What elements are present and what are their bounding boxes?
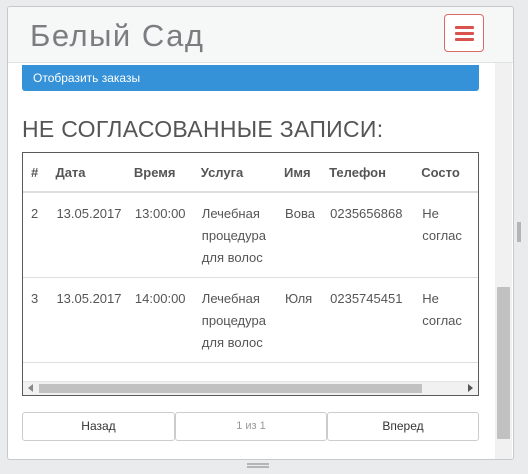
- header-date: Дата: [55, 153, 134, 193]
- side-resize-grip-icon[interactable]: [517, 222, 521, 242]
- cell-number: 2: [23, 192, 56, 278]
- cell-phone: 0235745451: [329, 277, 422, 363]
- header-status: Состо: [421, 153, 478, 193]
- header-phone: Телефон: [329, 153, 422, 193]
- prev-page-button[interactable]: Назад: [22, 412, 175, 441]
- header-name: Имя: [284, 153, 330, 193]
- cell-time: 13:00:00: [133, 192, 201, 278]
- table-row: 2 13.05.2017 13:00:00 Лечебная процедура д…: [23, 192, 478, 278]
- table-header-row: # Дата Время Услуга Имя Телефон Состо: [23, 153, 478, 193]
- cell-phone: 0235656868: [329, 192, 422, 278]
- cell-date: 13.05.2017: [55, 192, 134, 278]
- cell-service: Лечебная процедура для волос: [200, 192, 285, 278]
- scrollbar-thumb[interactable]: [39, 384, 422, 393]
- header-service: Услуга: [200, 153, 285, 193]
- table-row: 3 13.05.2017 14:00:00 Лечебная процедура д…: [23, 277, 478, 363]
- header-time: Время: [133, 153, 201, 193]
- bottom-resize-grip-icon[interactable]: [247, 463, 269, 468]
- page-indicator: 1 из 1: [175, 412, 327, 441]
- cell-name: Вова: [284, 192, 330, 278]
- navbar: Белый Сад: [8, 7, 513, 63]
- cell-service: Лечебная процедура для волос: [200, 277, 285, 363]
- cell-status: Не соглас: [421, 192, 478, 278]
- next-page-button[interactable]: Вперед: [327, 412, 479, 441]
- scroll-left-arrow-icon[interactable]: [28, 384, 33, 392]
- cell-status: Не соглас: [421, 277, 478, 363]
- vertical-scrollbar-thumb[interactable]: [497, 287, 510, 439]
- page-vertical-scrollbar[interactable]: [495, 63, 512, 459]
- pagination: Назад 1 из 1 Вперед: [22, 412, 479, 441]
- show-orders-button[interactable]: Отобразить заказы: [22, 65, 479, 91]
- menu-toggle-button[interactable]: [444, 14, 484, 52]
- orders-table-container: # Дата Время Услуга Имя Телефон Состо 2 …: [22, 152, 479, 396]
- table-horizontal-scrollbar[interactable]: [23, 381, 478, 395]
- page-title: НЕ СОГЛАСОВАННЫЕ ЗАПИСИ:: [22, 116, 384, 142]
- orders-table: # Дата Время Услуга Имя Телефон Состо 2 …: [23, 153, 478, 363]
- scroll-right-arrow-icon[interactable]: [468, 384, 473, 392]
- header-number: #: [23, 153, 56, 193]
- cell-name: Юля: [284, 277, 330, 363]
- cell-time: 14:00:00: [133, 277, 201, 363]
- brand-logo[interactable]: Белый Сад: [30, 18, 204, 54]
- cell-number: 3: [23, 277, 56, 363]
- browser-viewport: Белый Сад Отобразить заказы НЕ СОГЛАСОВА…: [7, 6, 514, 460]
- cell-date: 13.05.2017: [55, 277, 134, 363]
